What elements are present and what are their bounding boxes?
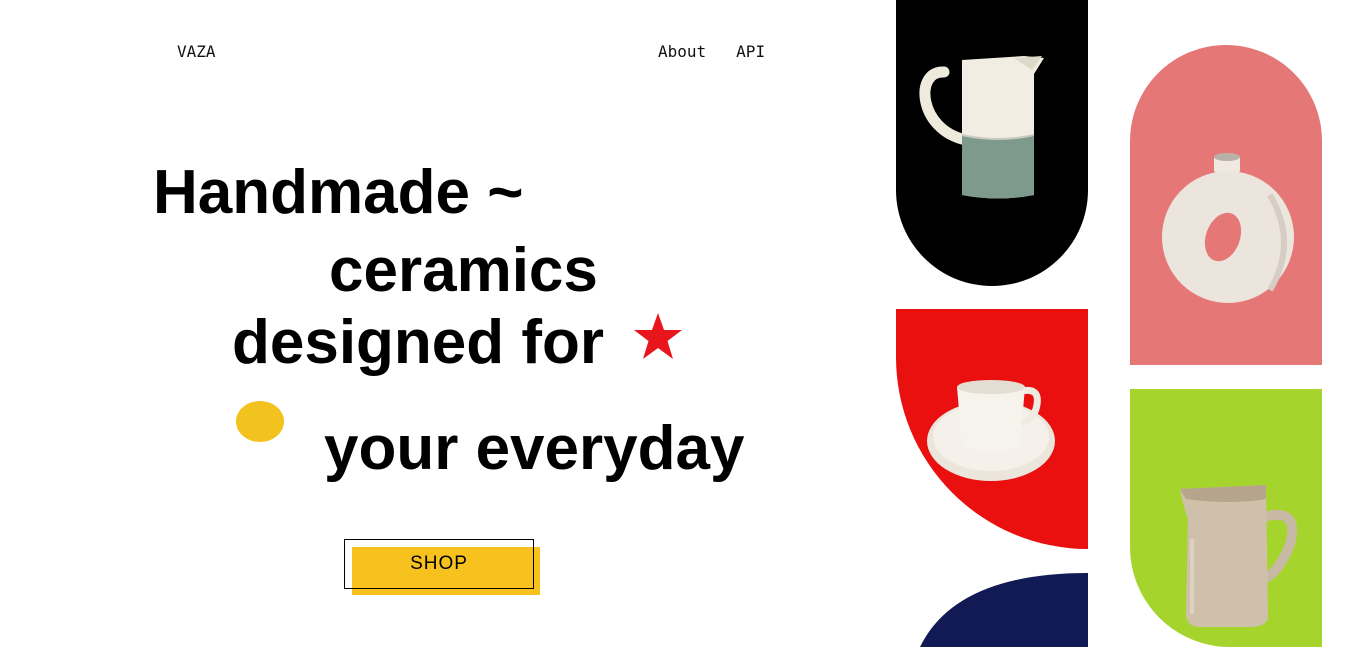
cup-and-saucer-image bbox=[927, 380, 1055, 481]
star-icon bbox=[634, 313, 682, 359]
gallery-tile-jug[interactable] bbox=[1130, 389, 1322, 647]
shop-button[interactable]: SHOP bbox=[344, 539, 534, 589]
top-nav: About API bbox=[658, 42, 765, 61]
nav-link-api[interactable]: API bbox=[736, 42, 765, 61]
headline-line-3: designed for bbox=[232, 308, 605, 377]
nav-link-about[interactable]: About bbox=[658, 42, 706, 61]
gallery-tile-vase[interactable] bbox=[1130, 45, 1322, 365]
gallery-tile-pitcher[interactable] bbox=[896, 0, 1088, 286]
gallery-tile-navy[interactable] bbox=[896, 573, 1088, 647]
headline-line-1: Handmade ~ bbox=[153, 158, 524, 227]
headline-line-2: ceramics bbox=[329, 236, 598, 305]
dot-icon bbox=[236, 401, 284, 442]
gallery-tile-cup[interactable] bbox=[896, 309, 1088, 549]
shop-cta: SHOP bbox=[344, 539, 540, 595]
beige-jug-image bbox=[1180, 485, 1298, 627]
donut-vase-image bbox=[1162, 153, 1294, 303]
pitcher-image bbox=[919, 56, 1044, 199]
brand-logo[interactable]: VAZA bbox=[177, 42, 216, 61]
navy-arc-shape bbox=[920, 573, 1088, 647]
headline-line-4: your everyday bbox=[324, 414, 745, 483]
